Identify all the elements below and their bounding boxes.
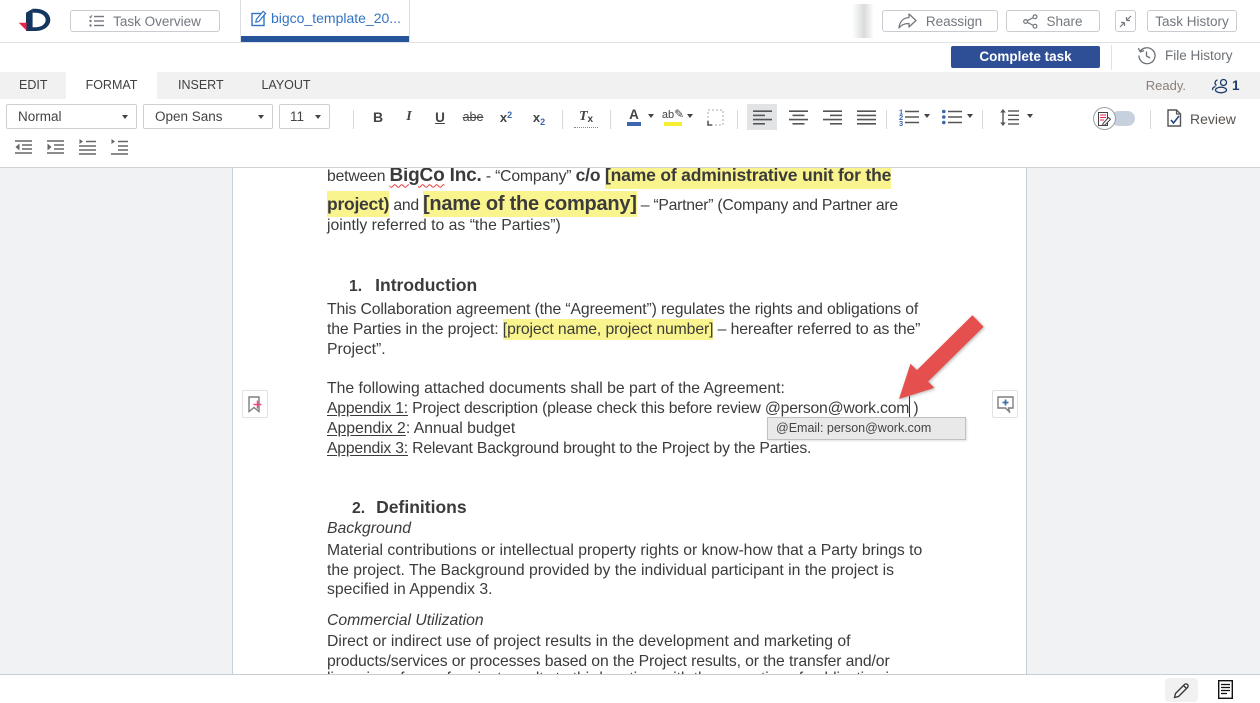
svg-text:3: 3: [899, 119, 903, 126]
